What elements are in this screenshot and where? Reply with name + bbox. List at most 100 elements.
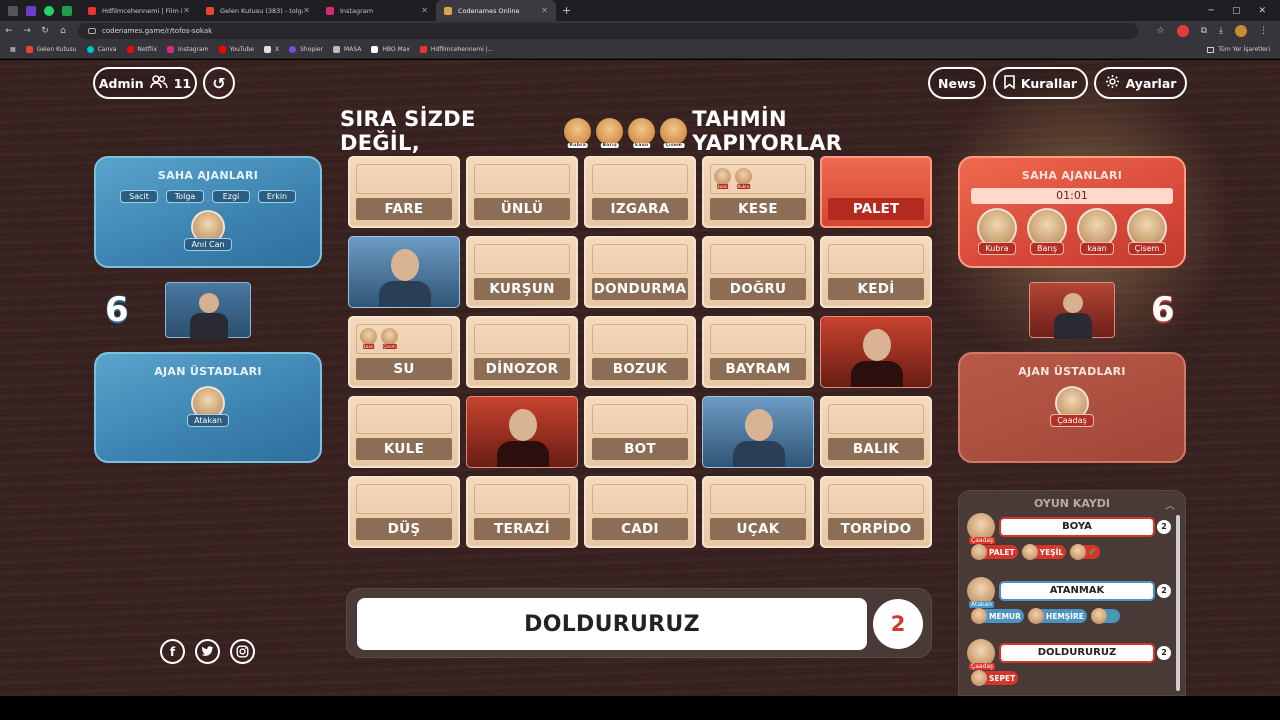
guess-chip: ✔	[1090, 608, 1121, 624]
avatar	[971, 608, 987, 624]
settings-button[interactable]: Ayarlar	[1094, 67, 1187, 99]
facebook-icon[interactable]: f	[160, 639, 185, 664]
close-icon[interactable]: ✕	[421, 6, 428, 15]
word-card[interactable]: CADI	[584, 476, 696, 548]
word-card[interactable]: BALIK	[820, 396, 932, 468]
word-card[interactable]: KEDİ	[820, 236, 932, 308]
card-frame	[474, 324, 570, 354]
word-card[interactable]: KURŞUN	[466, 236, 578, 308]
bookmark-item[interactable]: Gelen Kutusu	[25, 46, 77, 53]
extension-red-icon[interactable]	[1176, 25, 1189, 37]
log-clue-word: DOLDURURUZ	[1001, 645, 1153, 661]
agent-face	[863, 329, 891, 361]
apps-icon[interactable]: ▦	[10, 46, 16, 53]
word-card[interactable]: BAYRAM	[702, 316, 814, 388]
forward-icon[interactable]: →	[18, 26, 36, 36]
word-card[interactable]: DONDURMA	[584, 236, 696, 308]
red-operative: kaan	[1077, 208, 1117, 255]
profile-avatar[interactable]	[1235, 25, 1247, 37]
player-chip: Tolga	[166, 190, 204, 203]
player-chip: Sacit	[120, 190, 158, 203]
bookmark-item[interactable]: Instagram	[167, 46, 209, 53]
gmail-favicon-icon	[206, 6, 214, 15]
word-card[interactable]: SU kaan Çisem	[348, 316, 460, 388]
whatsapp-icon[interactable]	[44, 5, 54, 16]
check-icon: ✔	[1108, 610, 1118, 622]
game-log: OYUN KAYDI ︿ Çaadaş BOYA 2 PALET YEŞİL ✔ Ataka…	[958, 490, 1186, 696]
clue-giver-name: Çaadaş	[969, 537, 996, 544]
close-icon[interactable]: ✕	[183, 6, 190, 15]
tab-hdfilm[interactable]: Hdfilmcehennemi | Film izle | H ✕	[80, 0, 198, 21]
chevron-up-icon[interactable]: ︿	[1165, 497, 1175, 512]
download-icon[interactable]: ⤓	[1219, 26, 1223, 36]
word-card[interactable]: UÇAK	[702, 476, 814, 548]
news-button[interactable]: News	[928, 67, 986, 99]
instagram-social-icon[interactable]	[230, 639, 255, 664]
bookmark-item[interactable]: YouTube	[218, 46, 254, 53]
extensions-icon[interactable]: ⧉	[1201, 26, 1207, 36]
word-card[interactable]: KULE	[348, 396, 460, 468]
masa-icon	[333, 46, 341, 53]
admin-button[interactable]: Admin 11	[93, 67, 197, 99]
home-icon[interactable]: ⌂	[54, 26, 72, 36]
word-card[interactable]: BOZUK	[584, 316, 696, 388]
avatar	[971, 670, 987, 686]
menu-icon[interactable]: ⋮	[1259, 26, 1268, 36]
twitter-icon[interactable]	[195, 639, 220, 664]
bookmark-item[interactable]: MASA	[333, 46, 361, 53]
red-operative: Çisem	[1127, 208, 1167, 255]
log-clue-number: 2	[1157, 520, 1171, 534]
bookmark-item[interactable]: Hdfilmcehennemi |...	[419, 46, 493, 53]
clue-giver-name: Atakan	[969, 601, 994, 608]
new-tab-icon[interactable]: +	[562, 4, 571, 17]
word-card[interactable]: IZGARA	[584, 156, 696, 228]
all-bookmarks[interactable]: Tüm Yer İşaretleri	[1207, 46, 1280, 53]
guess-markers: kaan Çisem	[360, 328, 398, 349]
maximize-icon[interactable]: ▢	[1232, 6, 1241, 16]
back-icon[interactable]: ←	[0, 26, 18, 36]
card-word: DONDURMA	[592, 278, 688, 300]
bookmark-item[interactable]: X	[263, 46, 279, 53]
canva-icon	[86, 46, 94, 53]
restart-button[interactable]: ↺	[203, 67, 235, 99]
bookmark-item[interactable]: Canva	[86, 46, 117, 53]
word-card[interactable]: BOT	[584, 396, 696, 468]
log-scrollbar[interactable]	[1176, 515, 1180, 691]
word-card[interactable]: FARE	[348, 156, 460, 228]
card-word: IZGARA	[592, 198, 688, 220]
sheets-icon[interactable]	[62, 5, 72, 16]
word-card[interactable]: ÜNLÜ	[466, 156, 578, 228]
blue-operatives-panel: SAHA AJANLARI Sacit Tolga Ezgi Erkin Anı…	[94, 156, 322, 268]
rules-button[interactable]: Kurallar	[993, 67, 1088, 99]
hdfilm-icon	[419, 46, 427, 53]
bookmark-item[interactable]: HBO Max	[371, 46, 410, 53]
word-card[interactable]: DİNOZOR	[466, 316, 578, 388]
hdfilm-favicon-icon	[88, 6, 96, 15]
close-icon[interactable]: ✕	[541, 6, 548, 15]
bookmark-item[interactable]: Netflix	[126, 46, 157, 53]
bookmark-star-icon[interactable]: ☆	[1157, 26, 1165, 36]
word-card[interactable]: DOĞRU	[702, 236, 814, 308]
word-card[interactable]: DÜŞ	[348, 476, 460, 548]
tab-instagram[interactable]: Instagram ✕	[318, 0, 436, 21]
bookmark-item[interactable]: Shopier	[289, 46, 323, 53]
word-card[interactable]: TORPİDO	[820, 476, 932, 548]
window-close-icon[interactable]: ✕	[1258, 6, 1266, 16]
tab-gmail[interactable]: Gelen Kutusu (383) - tolgatezel ✕	[198, 0, 318, 21]
word-card[interactable]: KESE kaan Kubra	[702, 156, 814, 228]
agent-face	[391, 249, 419, 281]
close-icon[interactable]: ✕	[303, 6, 310, 15]
url-field[interactable]: codenames.game/r/tofos-sokak	[78, 23, 1138, 39]
log-entry: Atakan ATANMAK 2 MEMUR HEMŞİRE ✔	[967, 577, 1173, 635]
word-card[interactable]: TERAZİ	[466, 476, 578, 548]
avatar	[971, 544, 987, 560]
minimize-icon[interactable]: ─	[1209, 6, 1214, 16]
extension-icon[interactable]	[26, 5, 36, 16]
tab-search-icon[interactable]	[8, 5, 18, 16]
card-word: FARE	[356, 198, 452, 220]
red-score: 6	[1151, 290, 1175, 330]
tab-codenames[interactable]: Codenames Online ✕	[436, 0, 556, 21]
site-info-icon[interactable]	[88, 28, 96, 34]
reload-icon[interactable]: ↻	[36, 26, 54, 36]
word-card[interactable]: PALET	[820, 156, 932, 228]
